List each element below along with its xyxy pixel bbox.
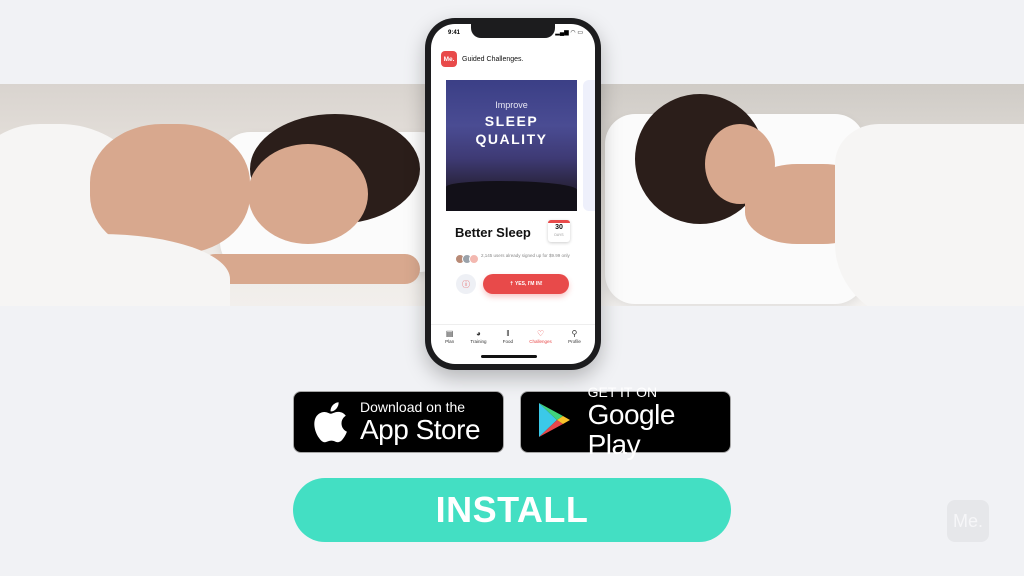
arm (200, 254, 420, 284)
google-play-text: GET IT ON Google Play (588, 384, 730, 460)
app-title: Guided Challenges. (462, 55, 524, 63)
tab-label: Training (470, 339, 487, 344)
tab-training[interactable]: ◕ Training (470, 329, 486, 354)
tab-plan[interactable]: ▤ Plan (445, 329, 454, 354)
days-unit: DAYS (554, 233, 564, 237)
phone-mockup: 9:41 ▂▄▆ ◠ ▭ Me. Guided Challenges. Impr… (425, 18, 601, 370)
tab-challenges[interactable]: ♡ Challenges (529, 329, 552, 354)
signup-count-text: 2,145 users already signed up for $9.99 … (481, 253, 570, 258)
me-logo-icon: Me. (441, 51, 457, 67)
avatar (469, 254, 479, 264)
mountain-silhouette (446, 181, 577, 211)
app-store-large-label: App Store (360, 414, 481, 445)
me-watermark-logo: Me. (947, 500, 989, 542)
days-badge: 30 DAYS (548, 220, 570, 242)
google-play-button[interactable]: GET IT ON Google Play (520, 384, 731, 460)
hero-title-line-1: SLEEP (484, 113, 539, 129)
tab-food[interactable]: ǁ Food (503, 329, 513, 354)
app-store-small-label: Download on the (360, 399, 466, 415)
app-header: Me. Guided Challenges. (441, 51, 524, 67)
plan-icon: ▤ (445, 329, 454, 338)
google-play-icon (537, 401, 580, 444)
app-store-button[interactable]: Download on the App Store (293, 391, 504, 453)
phone-notch (471, 24, 555, 38)
user-avatars (455, 254, 479, 264)
home-indicator (481, 355, 537, 358)
face (248, 144, 368, 244)
hero-title-line-2: QUALITY (475, 131, 548, 147)
app-store-text: Download on the App Store (360, 399, 481, 445)
google-play-large-label: Google Play (587, 399, 676, 460)
info-icon: ⓘ (462, 279, 470, 289)
hero-subtitle: Improve (495, 100, 528, 110)
join-challenge-button[interactable]: ⇡ YES, I'M IN! (483, 274, 569, 294)
status-time: 9:41 (448, 30, 461, 36)
challenge-hero-card[interactable]: Improve SLEEP QUALITY (446, 80, 577, 211)
bottom-tab-bar: ▤ Plan ◕ Training ǁ Food ♡ Challenges ⚲ Profi… (431, 324, 595, 354)
status-icons: ▂▄▆ ◠ ▭ (555, 30, 583, 36)
tab-label: Challenges (529, 339, 552, 344)
apple-icon (308, 401, 352, 443)
tab-label: Profile (568, 339, 581, 344)
sleeping-woman-photo-left (0, 84, 430, 306)
challenge-title: Better Sleep (455, 225, 531, 240)
profile-icon: ⚲ (571, 329, 578, 338)
next-challenge-card[interactable] (583, 80, 595, 211)
sleeping-woman-photo-right (595, 84, 1024, 306)
google-play-small-label: GET IT ON (587, 384, 658, 400)
tab-label: Plan (445, 339, 455, 344)
food-icon: ǁ (506, 329, 510, 338)
phone-screen: 9:41 ▂▄▆ ◠ ▭ Me. Guided Challenges. Impr… (431, 24, 595, 364)
info-button[interactable]: ⓘ (456, 274, 476, 294)
install-button[interactable]: INSTALL (293, 478, 731, 542)
challenges-icon: ♡ (536, 329, 545, 338)
days-number: 30 (555, 224, 563, 231)
tab-label: Food (502, 339, 514, 344)
tab-profile[interactable]: ⚲ Profile (568, 329, 581, 354)
bedsheet (835, 124, 1024, 306)
training-icon: ◕ (476, 329, 481, 338)
